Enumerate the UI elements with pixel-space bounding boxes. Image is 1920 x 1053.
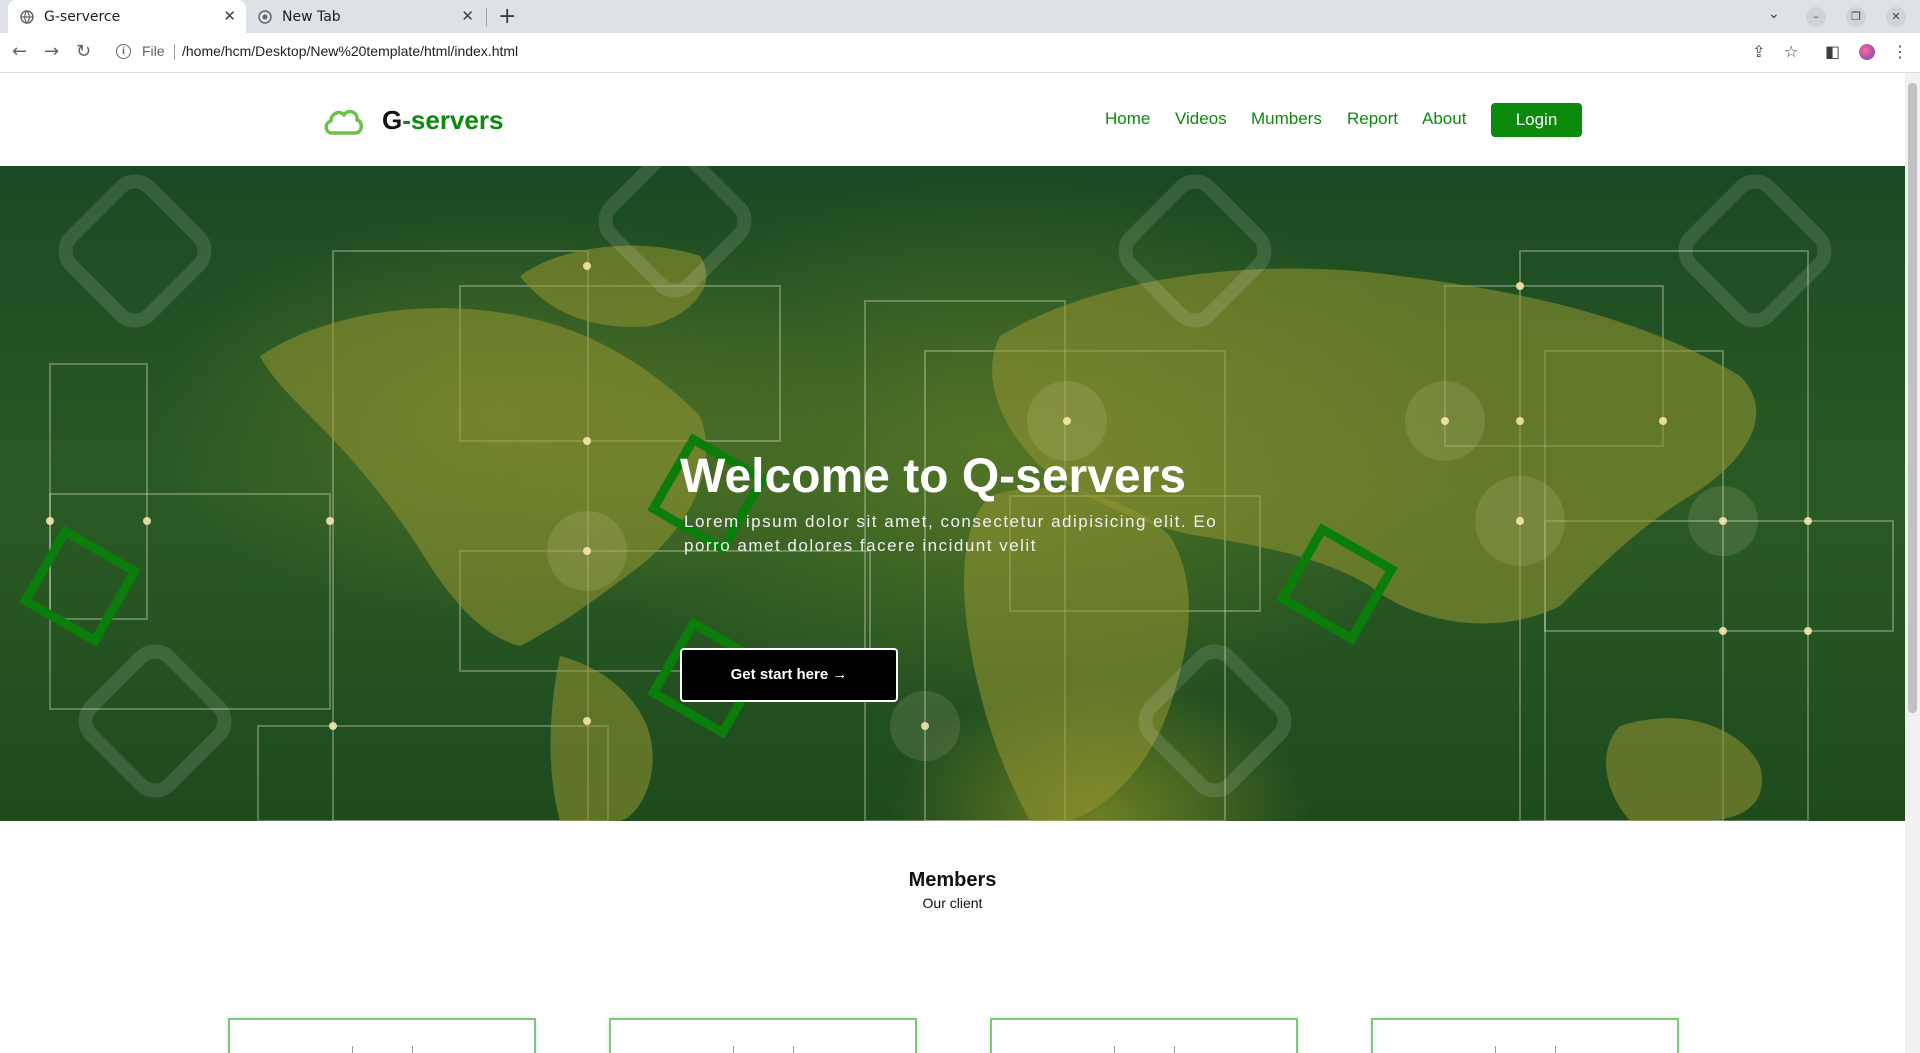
nav-report[interactable]: Report [1347, 109, 1398, 129]
kebab-menu-icon[interactable]: ⋮ [1892, 42, 1908, 61]
card-divider [1114, 1046, 1115, 1053]
tab-title: G-serverce [44, 9, 121, 25]
card-divider [412, 1046, 413, 1053]
card-divider [793, 1046, 794, 1053]
hero-title: Welcome to Q-servers [680, 450, 1186, 503]
nav-home[interactable]: Home [1105, 109, 1150, 129]
minimize-icon[interactable]: – [1806, 7, 1826, 27]
bookmark-star-icon[interactable]: ☆ [1784, 42, 1798, 61]
card-divider [1174, 1046, 1175, 1053]
url-scheme-label: File [142, 43, 165, 59]
card-divider [1495, 1046, 1496, 1053]
profile-avatar[interactable] [1859, 44, 1875, 60]
nav-videos[interactable]: Videos [1175, 109, 1227, 129]
page-viewport: G-servers Home Videos Mumbers Report Abo… [0, 73, 1905, 1053]
browser-toolbar: ← → ↻ i File /home/hcm/Desktop/New%20tem… [0, 33, 1920, 73]
get-started-button[interactable]: Get start here → [680, 648, 898, 702]
card-divider [733, 1046, 734, 1053]
member-card[interactable] [990, 1018, 1298, 1053]
back-arrow-icon[interactable]: ← [12, 41, 27, 62]
restore-icon[interactable]: ❐ [1846, 7, 1866, 27]
tab-divider [486, 8, 487, 26]
globe-icon [20, 10, 34, 24]
url-divider [174, 44, 175, 60]
logo-prefix: G [382, 105, 403, 135]
hero-section: Welcome to Q-servers Lorem ipsum dolor s… [0, 166, 1905, 821]
cloud-icon [324, 109, 363, 135]
logo-dash: - [402, 105, 411, 135]
members-subtitle: Our client [922, 895, 983, 911]
login-button[interactable]: Login [1491, 103, 1582, 137]
member-card[interactable] [609, 1018, 917, 1053]
member-card[interactable] [1371, 1018, 1679, 1053]
close-icon[interactable]: ✕ [461, 7, 474, 25]
tab-title: New Tab [282, 9, 341, 25]
logo-rest: servers [410, 105, 504, 135]
reload-icon[interactable]: ↻ [76, 41, 91, 62]
forward-arrow-icon[interactable]: → [44, 41, 59, 62]
share-icon[interactable]: ⇪ [1752, 42, 1765, 61]
window-close-icon[interactable]: ✕ [1886, 7, 1906, 27]
close-icon[interactable]: ✕ [223, 7, 236, 25]
site-logo[interactable]: G-servers [382, 105, 503, 136]
browser-tab-inactive[interactable]: New Tab ✕ [246, 0, 484, 33]
scrollbar-thumb[interactable] [1908, 83, 1917, 713]
chrome-icon [258, 10, 272, 24]
browser-tab-bar: G-serverce ✕ New Tab ✕ + ⌄ – ❐ ✕ [0, 0, 1920, 33]
site-header: G-servers Home Videos Mumbers Report Abo… [0, 73, 1905, 166]
browser-tab-active[interactable]: G-serverce ✕ [8, 0, 246, 33]
new-tab-plus-icon[interactable]: + [498, 4, 516, 29]
card-divider [1555, 1046, 1556, 1053]
hero-description: Lorem ipsum dolor sit amet, consectetur … [684, 512, 1218, 555]
card-divider [352, 1046, 353, 1053]
members-heading: Members [908, 869, 997, 891]
side-panel-icon[interactable]: ◧ [1825, 42, 1840, 61]
member-card[interactable] [228, 1018, 536, 1053]
page-scrollbar[interactable] [1905, 73, 1920, 1053]
nav-members[interactable]: Mumbers [1251, 109, 1322, 129]
nav-about[interactable]: About [1422, 109, 1466, 129]
address-bar-input[interactable]: /home/hcm/Desktop/New%20template/html/in… [182, 43, 518, 59]
tab-search-chevron-icon[interactable]: ⌄ [1768, 6, 1780, 22]
info-icon[interactable]: i [116, 44, 131, 59]
